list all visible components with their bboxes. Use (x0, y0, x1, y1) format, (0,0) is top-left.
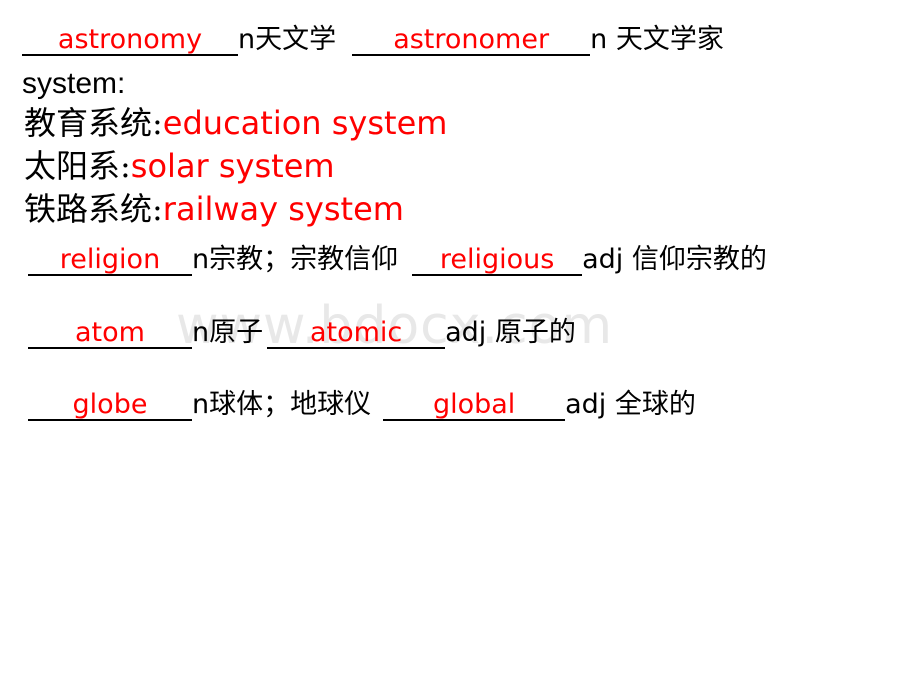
phrase-english-solar: solar system (130, 147, 335, 185)
phrase-line-solar: 太阳系:solar system (24, 150, 335, 182)
blank-globe[interactable]: globe (28, 390, 192, 422)
meaning-global: 全球的 (606, 389, 696, 420)
meaning-religious: 信仰宗教的 (623, 244, 767, 275)
meaning-astronomy: 天文学 (255, 24, 337, 55)
blank-astronomer[interactable]: astronomer (352, 25, 591, 57)
phrase-line-education: 教育系统:education system (24, 107, 447, 139)
vocab-line-astronomy: astronomy n天文学 astronomer n 天文学家 (22, 24, 724, 57)
pos-atom: n (192, 317, 210, 348)
vocab-line-atom: atom n原子 atomic adj 原子的 (28, 317, 576, 350)
meaning-religion: 宗教；宗教信仰 (209, 244, 399, 275)
blank-atom[interactable]: atom (28, 318, 192, 350)
pos-astronomer: n (590, 24, 608, 55)
heading-system: system: (22, 67, 126, 100)
blank-religious[interactable]: religious (412, 245, 583, 277)
slide-canvas: www.bdocx.com astronomy n天文学 astronomer n 天… (0, 0, 920, 690)
phrase-chinese-railway: 铁路系统: (24, 190, 163, 228)
pos-globe: n (192, 389, 210, 420)
blank-religion[interactable]: religion (28, 245, 192, 277)
pos-atomic: adj (445, 317, 487, 348)
phrase-english-railway: railway system (162, 190, 404, 228)
meaning-atom: 原子 (209, 317, 264, 348)
vocab-line-globe: globe n球体；地球仪 global adj 全球的 (28, 389, 696, 422)
pos-astronomy: n (238, 24, 256, 55)
phrase-chinese-education: 教育系统: (24, 104, 163, 142)
meaning-globe: 球体；地球仪 (209, 389, 372, 420)
meaning-atomic: 原子的 (486, 317, 576, 348)
meaning-astronomer: 天文学家 (607, 24, 724, 55)
blank-global[interactable]: global (383, 390, 566, 422)
phrase-english-education: education system (162, 104, 448, 142)
pos-religion: n (192, 244, 210, 275)
phrase-line-railway: 铁路系统:railway system (24, 193, 404, 225)
pos-global: adj (565, 389, 607, 420)
vocab-line-religion: religion n宗教；宗教信仰 religious adj 信仰宗教的 (28, 244, 767, 277)
blank-atomic[interactable]: atomic (267, 318, 446, 350)
phrase-chinese-solar: 太阳系: (24, 147, 131, 185)
pos-religious: adj (582, 244, 624, 275)
blank-astronomy[interactable]: astronomy (22, 25, 238, 57)
